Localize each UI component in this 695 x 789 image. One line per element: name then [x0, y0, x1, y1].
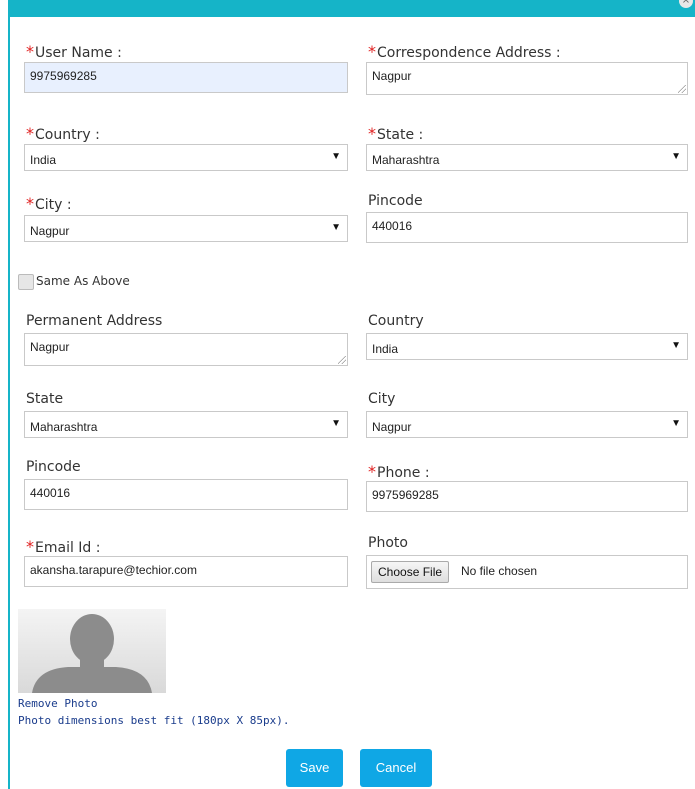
dialog-left-border [8, 17, 10, 789]
state-select[interactable]: Maharashtra ▼ [366, 144, 688, 171]
choose-file-button[interactable]: Choose File [371, 561, 450, 583]
photo-file-input[interactable]: Choose File No file chosen [366, 555, 688, 589]
resize-grip-icon[interactable] [678, 85, 686, 93]
city-select[interactable]: Nagpur ▼ [24, 215, 348, 242]
photo-label: Photo [368, 535, 408, 551]
email-input[interactable]: akansha.tarapure@techior.com [24, 556, 348, 587]
remove-photo-link[interactable]: Remove Photo [18, 697, 97, 710]
same-as-above-label[interactable]: Same As Above [36, 274, 130, 288]
required-marker: * [26, 537, 34, 556]
dialog-top-bar [8, 0, 695, 17]
same-as-above-checkbox[interactable] [18, 274, 34, 290]
correspondence-address-label: *Correspondence Address : [368, 42, 561, 61]
correspondence-address-textarea[interactable]: Nagpur [366, 62, 688, 95]
dropdown-arrow-icon: ▼ [671, 151, 681, 162]
permanent-city-select[interactable]: Nagpur ▼ [366, 411, 688, 438]
permanent-address-value: Nagpur [30, 340, 70, 354]
dropdown-arrow-icon: ▼ [331, 151, 341, 162]
user-name-input[interactable]: 9975969285 [24, 62, 348, 93]
required-marker: * [368, 42, 376, 61]
country-label: *Country : [26, 124, 100, 143]
permanent-country-selected-value: India [372, 342, 399, 356]
permanent-city-label: City [368, 391, 396, 407]
required-marker: * [26, 194, 34, 213]
permanent-state-select[interactable]: Maharashtra ▼ [24, 411, 348, 438]
state-selected-value: Maharashtra [372, 153, 440, 167]
pincode-label: Pincode [368, 193, 423, 209]
user-name-label: *User Name : [26, 42, 122, 61]
photo-dimensions-hint: Photo dimensions best fit (180px X 85px)… [18, 714, 290, 727]
cancel-button[interactable]: Cancel [360, 749, 432, 787]
permanent-city-selected-value: Nagpur [372, 420, 412, 434]
permanent-pincode-label: Pincode [26, 459, 81, 475]
dropdown-arrow-icon: ▼ [331, 222, 341, 233]
required-marker: * [26, 124, 34, 143]
correspondence-address-value: Nagpur [372, 69, 412, 83]
required-marker: * [368, 124, 376, 143]
permanent-state-label: State [26, 391, 64, 407]
required-marker: * [26, 42, 34, 61]
country-selected-value: India [30, 153, 57, 167]
phone-label: *Phone : [368, 462, 430, 481]
dropdown-arrow-icon: ▼ [331, 418, 341, 429]
dropdown-arrow-icon: ▼ [671, 418, 681, 429]
permanent-pincode-input[interactable]: 440016 [24, 479, 348, 510]
avatar-silhouette-icon [32, 614, 152, 693]
permanent-country-label: Country [368, 313, 424, 329]
dropdown-arrow-icon: ▼ [671, 340, 681, 351]
state-label: *State : [368, 124, 424, 143]
profile-photo-placeholder [18, 609, 166, 693]
permanent-address-label: Permanent Address [26, 313, 163, 329]
save-button[interactable]: Save [286, 749, 343, 787]
required-marker: * [368, 462, 376, 481]
email-label: *Email Id : [26, 537, 101, 556]
permanent-address-textarea[interactable]: Nagpur [24, 333, 348, 366]
city-label: *City : [26, 194, 72, 213]
resize-grip-icon[interactable] [338, 356, 346, 364]
city-selected-value: Nagpur [30, 224, 70, 238]
country-select[interactable]: India ▼ [24, 144, 348, 171]
no-file-chosen-text: No file chosen [461, 564, 538, 578]
permanent-country-select[interactable]: India ▼ [366, 333, 688, 360]
permanent-state-selected-value: Maharashtra [30, 420, 98, 434]
pincode-input[interactable]: 440016 [366, 212, 688, 243]
phone-input[interactable]: 9975969285 [366, 481, 688, 512]
